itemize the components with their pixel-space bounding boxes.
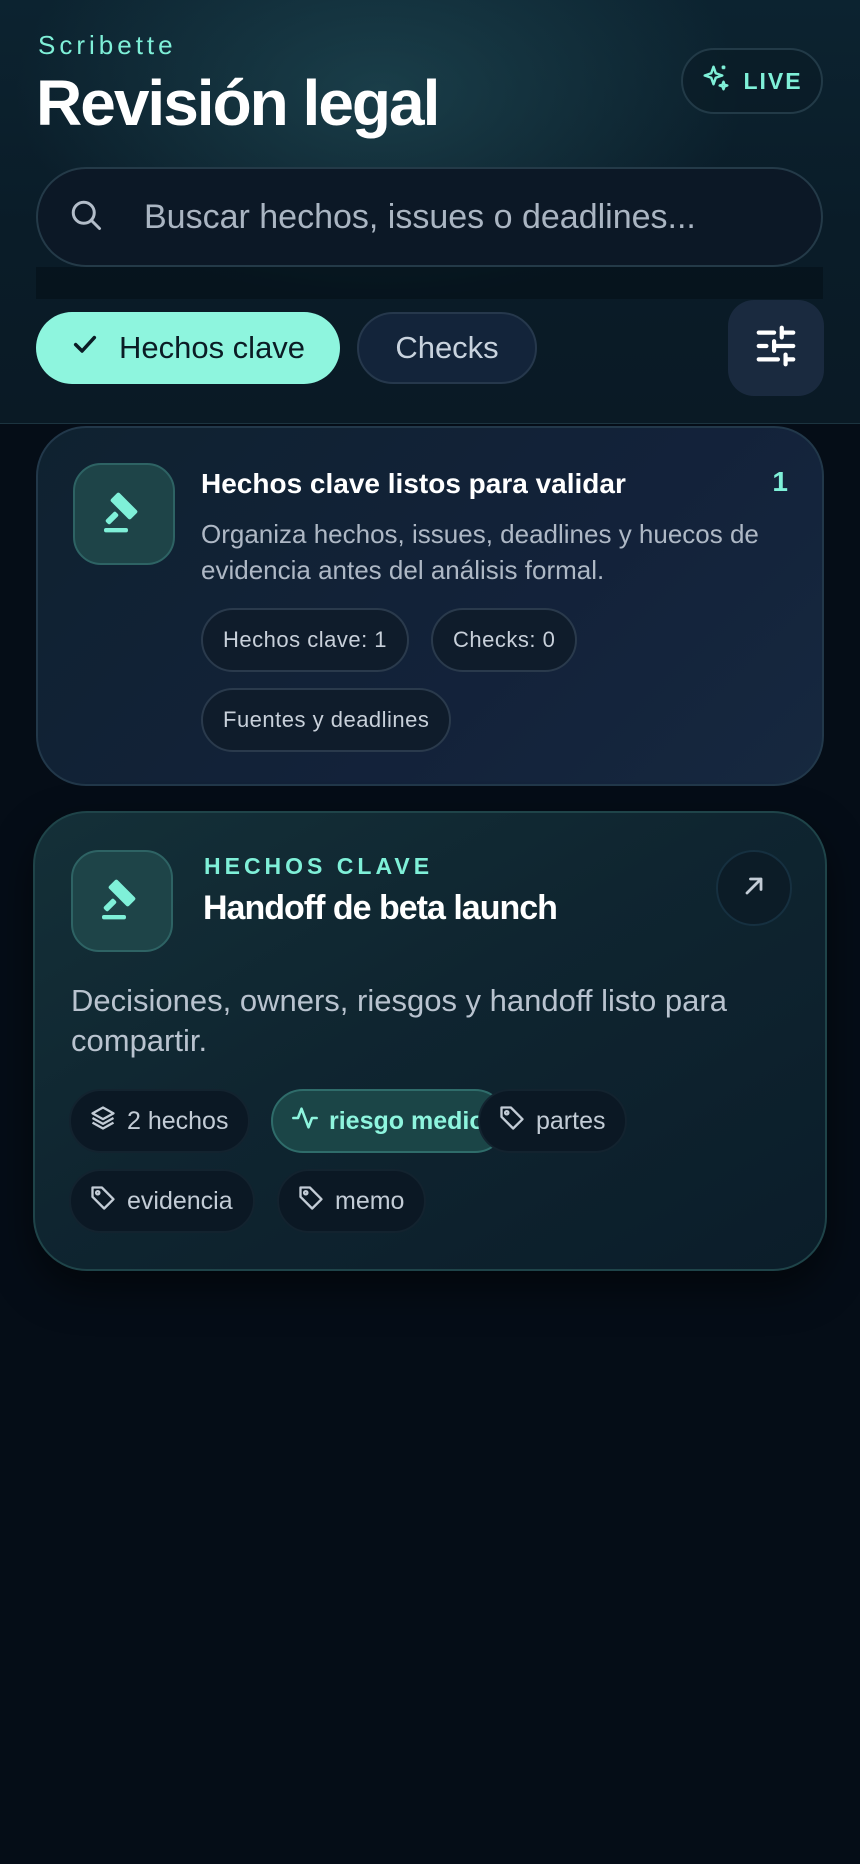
activity-icon	[291, 1104, 319, 1139]
summary-count: 1	[772, 466, 788, 497]
tag-label: partes	[536, 1106, 606, 1135]
tag-partes[interactable]: partes	[478, 1089, 628, 1153]
search-bar[interactable]	[36, 167, 823, 267]
tag-riesgo[interactable]: riesgo medio	[271, 1089, 507, 1153]
tab-hechos-clave[interactable]: Hechos clave	[36, 312, 340, 384]
sparkle-icon	[701, 63, 731, 99]
tag-icon	[498, 1104, 526, 1139]
filters-button[interactable]	[728, 300, 824, 396]
tag-icon	[89, 1184, 117, 1219]
item-description: Decisiones, owners, riesgos y handoff li…	[71, 983, 727, 1058]
tag-label: 2 hechos	[127, 1106, 229, 1135]
tab-label: Checks	[395, 330, 499, 365]
gavel-icon-tile	[71, 850, 173, 952]
tag-hechos[interactable]: 2 hechos	[69, 1089, 251, 1153]
gavel-icon	[100, 488, 148, 541]
item-title: Handoff de beta launch	[203, 889, 558, 927]
tag-memo[interactable]: memo	[277, 1169, 427, 1233]
search-icon	[68, 197, 104, 238]
tab-label: Hechos clave	[118, 330, 306, 365]
item-card[interactable]: HECHOS CLAVE Handoff de beta launch Deci…	[33, 811, 827, 1271]
summary-card[interactable]: Hechos clave listos para validar 1 Organ…	[36, 426, 824, 786]
summary-pill-hechos: Hechos clave: 1	[201, 608, 410, 672]
gavel-icon	[98, 875, 146, 928]
gavel-icon-tile	[73, 463, 175, 565]
check-icon	[71, 330, 99, 366]
brand-name: Scribette	[38, 30, 177, 60]
arrow-up-right-icon	[740, 872, 768, 905]
tag-evidencia[interactable]: evidencia	[69, 1169, 255, 1233]
open-item-button[interactable]	[716, 850, 792, 926]
summary-title: Hechos clave listos para validar	[201, 468, 626, 499]
summary-pill-checks: Checks: 0	[431, 608, 578, 672]
tab-checks[interactable]: Checks	[357, 312, 537, 384]
summary-pill-fuentes: Fuentes y deadlines	[201, 688, 452, 752]
layers-icon	[89, 1104, 117, 1139]
live-label: LIVE	[743, 67, 803, 94]
tag-label: riesgo medio	[329, 1106, 485, 1135]
tag-label: memo	[335, 1186, 405, 1215]
sliders-icon	[753, 323, 799, 374]
summary-description: Organiza hechos, issues, deadlines y hue…	[201, 519, 759, 585]
tag-label: evidencia	[127, 1186, 233, 1215]
page-title: Revisión legal	[36, 67, 440, 139]
item-category: HECHOS CLAVE	[204, 853, 434, 879]
tag-icon	[297, 1184, 325, 1219]
live-button[interactable]: LIVE	[681, 48, 823, 114]
search-shadow	[36, 267, 823, 299]
search-input[interactable]	[144, 197, 784, 237]
